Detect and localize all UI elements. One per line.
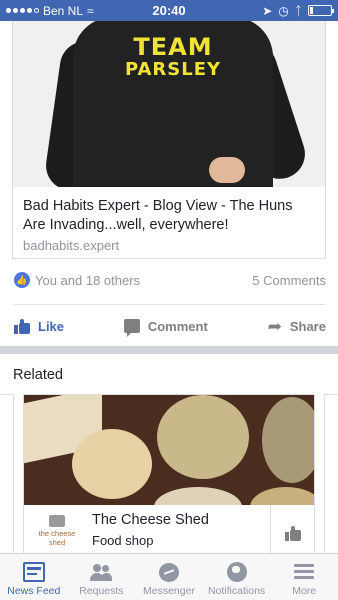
like-button-label: Like	[38, 318, 65, 334]
shirt-text-line1: TEAM	[133, 33, 213, 61]
comment-icon	[123, 319, 140, 337]
share-arrow-icon: ➦	[267, 316, 282, 336]
signal-strength-icon	[6, 8, 39, 13]
cheese-wheel	[154, 487, 242, 505]
cheese-wheel	[157, 395, 249, 479]
wifi-icon: ≈	[87, 3, 94, 18]
related-page-name[interactable]: The Cheese Shed	[92, 512, 209, 528]
link-preview-image[interactable]: TEAM PARSLEY	[13, 21, 325, 187]
bottom-tab-bar: News Feed Requests Messenger Notificatio…	[0, 553, 338, 600]
share-button-label: Share	[289, 318, 326, 334]
related-heading: Related	[13, 367, 63, 383]
tab-notifications[interactable]: Notifications	[203, 554, 271, 600]
tab-requests[interactable]: Requests	[68, 554, 136, 600]
cheese-wheel	[262, 397, 314, 483]
hand	[209, 157, 245, 183]
thumbs-up-icon	[14, 318, 30, 334]
related-page-card[interactable]: the cheese shed The Cheese Shed Food sho…	[23, 394, 315, 560]
tab-label: Messenger	[143, 585, 195, 597]
related-page-category: Food shop	[92, 533, 154, 548]
comments-count[interactable]: 5 Comments	[252, 273, 326, 288]
shirt-text-line2: PARSLEY	[124, 59, 222, 80]
reactions-row: 👍 You and 18 others 5 Comments	[14, 268, 326, 292]
tab-messenger[interactable]: Messenger	[135, 554, 203, 600]
reactions-summary[interactable]: You and 18 others	[35, 273, 140, 288]
status-bar: Ben NL ≈ 20:40 ➤ ◷ ᛏ	[0, 0, 338, 21]
post-action-bar: Like Comment ➦ Share	[14, 311, 326, 341]
globe-icon	[226, 562, 247, 582]
messenger-icon	[158, 563, 179, 582]
related-page-cover-image[interactable]	[24, 395, 314, 505]
bluetooth-icon: ᛏ	[294, 3, 302, 18]
link-title[interactable]: Bad Habits Expert - Blog View - The Huns…	[23, 197, 315, 235]
related-card-next-edge[interactable]	[324, 394, 338, 560]
like-page-button[interactable]	[270, 505, 314, 559]
related-page-logo[interactable]: the cheese shed	[34, 515, 80, 555]
cheese-wheel	[72, 429, 152, 499]
logo-text: the cheese shed	[38, 529, 76, 547]
cheese-wheel	[250, 487, 314, 505]
tab-label: Requests	[79, 585, 124, 597]
alarm-icon: ◷	[278, 3, 289, 18]
battery-level	[310, 7, 313, 14]
tab-label: Notifications	[207, 585, 266, 597]
divider	[14, 304, 326, 305]
tab-news-feed[interactable]: News Feed	[0, 554, 68, 600]
comment-button-label: Comment	[147, 318, 208, 334]
link-domain: badhabits.expert	[23, 238, 120, 253]
comment-button[interactable]: Comment	[123, 318, 208, 337]
carrier-name: Ben NL	[43, 3, 84, 18]
like-button[interactable]: Like	[14, 318, 65, 334]
like-badge-icon: 👍	[14, 272, 30, 288]
battery-icon	[308, 5, 334, 16]
link-preview-card[interactable]: TEAM PARSLEY Bad Habits Expert - Blog Vi…	[12, 21, 326, 259]
tab-more[interactable]: More	[270, 554, 338, 600]
thumbs-up-icon	[284, 525, 301, 541]
feed-separator	[0, 346, 338, 354]
tab-label: News Feed	[7, 585, 61, 597]
tab-label: More	[292, 585, 317, 597]
friend-requests-icon	[90, 562, 113, 582]
location-arrow-icon: ➤	[262, 3, 273, 18]
share-button[interactable]: ➦ Share	[268, 318, 326, 335]
news-feed-icon	[22, 562, 45, 582]
menu-icon	[293, 562, 315, 582]
related-card-prev-edge[interactable]	[0, 394, 14, 560]
